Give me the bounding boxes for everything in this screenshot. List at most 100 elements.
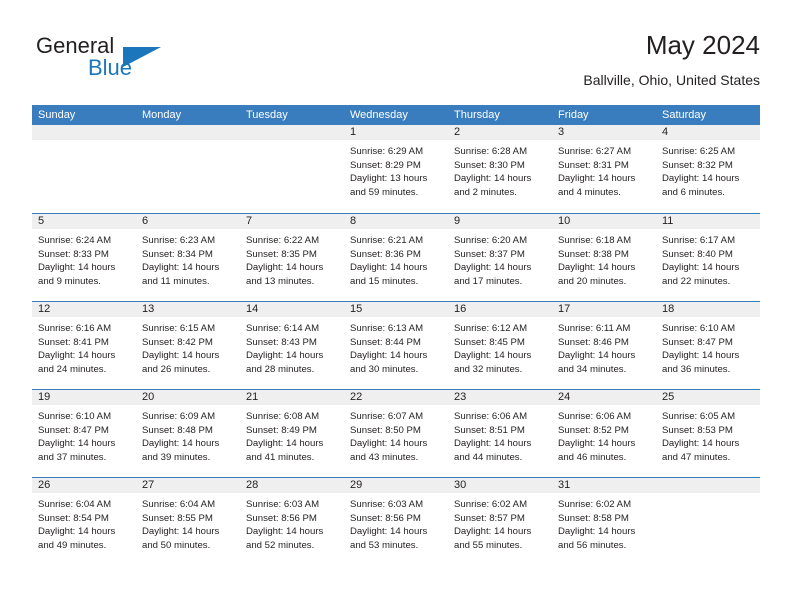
daylight-text-line2: and 15 minutes. — [350, 275, 419, 287]
calendar-day-cell[interactable]: 13 Sunrise: 6:15 AM Sunset: 8:42 PM Dayligh… — [136, 302, 240, 389]
daylight-text-line2: and 47 minutes. — [662, 451, 731, 463]
day-number: 21 — [246, 391, 259, 403]
calendar-week-row: 1 Sunrise: 6:29 AM Sunset: 8:29 PM Daylight… — [32, 125, 760, 213]
page-header: General Blue May 2024 Ballville, Ohio, U… — [32, 28, 760, 98]
day-number-band — [344, 214, 448, 229]
day-number: 12 — [38, 303, 51, 315]
calendar-week-row: 19 Sunrise: 6:10 AM Sunset: 8:47 PM Dayligh… — [32, 389, 760, 477]
brand-logo[interactable]: General Blue — [32, 34, 212, 90]
calendar-day-cell[interactable]: 20 Sunrise: 6:09 AM Sunset: 8:48 PM Dayligh… — [136, 390, 240, 477]
sunrise-text: Sunrise: 6:24 AM — [38, 235, 112, 246]
calendar-day-cell[interactable]: 29 Sunrise: 6:03 AM Sunset: 8:56 PM Dayligh… — [344, 478, 448, 565]
calendar-day-cell[interactable]: 30 Sunrise: 6:02 AM Sunset: 8:57 PM Dayligh… — [448, 478, 552, 565]
calendar-day-cell[interactable]: 4 Sunrise: 6:25 AM Sunset: 8:32 PM Daylight… — [656, 125, 760, 213]
daylight-text-line2: and 36 minutes. — [662, 363, 731, 375]
calendar-day-cell[interactable]: 19 Sunrise: 6:10 AM Sunset: 8:47 PM Dayligh… — [32, 390, 136, 477]
sunset-text: Sunset: 8:50 PM — [350, 424, 421, 436]
daylight-text-line1: Daylight: 14 hours — [662, 438, 740, 450]
daylight-text-line2: and 52 minutes. — [246, 539, 315, 551]
daylight-text-line1: Daylight: 14 hours — [350, 526, 428, 538]
sunrise-text: Sunrise: 6:12 AM — [454, 323, 528, 334]
calendar-day-cell[interactable]: 1 Sunrise: 6:29 AM Sunset: 8:29 PM Daylight… — [344, 125, 448, 213]
calendar-day-cell[interactable]: 9 Sunrise: 6:20 AM Sunset: 8:37 PM Daylight… — [448, 214, 552, 301]
daylight-text-line1: Daylight: 14 hours — [142, 262, 220, 274]
day-detail-body: Sunrise: 6:06 AM Sunset: 8:51 PM Daylight:… — [448, 405, 552, 464]
daylight-text-line1: Daylight: 14 hours — [246, 262, 324, 274]
day-number-band — [136, 214, 240, 229]
day-detail-body: Sunrise: 6:14 AM Sunset: 8:43 PM Daylight:… — [240, 317, 344, 376]
calendar-day-cell[interactable]: 25 Sunrise: 6:05 AM Sunset: 8:53 PM Dayligh… — [656, 390, 760, 477]
daylight-text-line1: Daylight: 14 hours — [454, 526, 532, 538]
day-detail-body: Sunrise: 6:29 AM Sunset: 8:29 PM Daylight:… — [344, 140, 448, 199]
daylight-text-line1: Daylight: 14 hours — [142, 438, 220, 450]
calendar-day-cell[interactable]: 2 Sunrise: 6:28 AM Sunset: 8:30 PM Daylight… — [448, 125, 552, 213]
calendar-day-cell[interactable]: 15 Sunrise: 6:13 AM Sunset: 8:44 PM Dayligh… — [344, 302, 448, 389]
daylight-text-line1: Daylight: 14 hours — [558, 173, 636, 185]
calendar-week-row: 12 Sunrise: 6:16 AM Sunset: 8:41 PM Dayligh… — [32, 301, 760, 389]
calendar-day-cell[interactable]: 5 Sunrise: 6:24 AM Sunset: 8:33 PM Daylight… — [32, 214, 136, 301]
day-number: 5 — [38, 215, 45, 227]
calendar-day-cell[interactable]: 24 Sunrise: 6:06 AM Sunset: 8:52 PM Dayligh… — [552, 390, 656, 477]
daylight-text-line1: Daylight: 14 hours — [246, 526, 324, 538]
sunrise-text: Sunrise: 6:03 AM — [350, 499, 424, 510]
day-number-band — [656, 478, 760, 493]
sunset-text: Sunset: 8:56 PM — [350, 512, 421, 524]
sunset-text: Sunset: 8:51 PM — [454, 424, 525, 436]
calendar-day-cell[interactable]: 23 Sunrise: 6:06 AM Sunset: 8:51 PM Dayligh… — [448, 390, 552, 477]
day-detail-body: Sunrise: 6:07 AM Sunset: 8:50 PM Daylight:… — [344, 405, 448, 464]
calendar-day-cell[interactable]: 27 Sunrise: 6:04 AM Sunset: 8:55 PM Dayligh… — [136, 478, 240, 565]
calendar-day-cell-empty — [32, 125, 136, 213]
weekday-header-saturday: Saturday — [662, 109, 707, 121]
daylight-text-line1: Daylight: 13 hours — [350, 173, 428, 185]
daylight-text-line2: and 53 minutes. — [350, 539, 419, 551]
sunrise-text: Sunrise: 6:20 AM — [454, 235, 528, 246]
day-detail-body: Sunrise: 6:18 AM Sunset: 8:38 PM Daylight:… — [552, 229, 656, 288]
calendar-day-cell[interactable]: 16 Sunrise: 6:12 AM Sunset: 8:45 PM Dayligh… — [448, 302, 552, 389]
day-number-band — [240, 125, 344, 140]
weekday-header-thursday: Thursday — [454, 109, 500, 121]
day-number-band — [136, 125, 240, 140]
day-detail-body: Sunrise: 6:22 AM Sunset: 8:35 PM Daylight:… — [240, 229, 344, 288]
daylight-text-line2: and 43 minutes. — [350, 451, 419, 463]
daylight-text-line1: Daylight: 14 hours — [558, 438, 636, 450]
daylight-text-line2: and 34 minutes. — [558, 363, 627, 375]
day-number: 27 — [142, 479, 155, 491]
calendar-day-cell[interactable]: 31 Sunrise: 6:02 AM Sunset: 8:58 PM Dayligh… — [552, 478, 656, 565]
calendar-day-cell[interactable]: 28 Sunrise: 6:03 AM Sunset: 8:56 PM Dayligh… — [240, 478, 344, 565]
calendar-day-cell[interactable]: 3 Sunrise: 6:27 AM Sunset: 8:31 PM Daylight… — [552, 125, 656, 213]
calendar-day-cell[interactable]: 6 Sunrise: 6:23 AM Sunset: 8:34 PM Daylight… — [136, 214, 240, 301]
daylight-text-line2: and 28 minutes. — [246, 363, 315, 375]
calendar-day-cell[interactable]: 8 Sunrise: 6:21 AM Sunset: 8:36 PM Daylight… — [344, 214, 448, 301]
day-number: 14 — [246, 303, 259, 315]
calendar-day-cell-empty — [240, 125, 344, 213]
calendar-day-cell[interactable]: 22 Sunrise: 6:07 AM Sunset: 8:50 PM Dayligh… — [344, 390, 448, 477]
calendar-day-cell[interactable]: 11 Sunrise: 6:17 AM Sunset: 8:40 PM Dayligh… — [656, 214, 760, 301]
calendar-day-cell[interactable]: 12 Sunrise: 6:16 AM Sunset: 8:41 PM Dayligh… — [32, 302, 136, 389]
sunset-text: Sunset: 8:57 PM — [454, 512, 525, 524]
day-number-band — [448, 214, 552, 229]
sunrise-text: Sunrise: 6:08 AM — [246, 411, 320, 422]
calendar-day-cell[interactable]: 7 Sunrise: 6:22 AM Sunset: 8:35 PM Daylight… — [240, 214, 344, 301]
calendar-day-cell[interactable]: 14 Sunrise: 6:14 AM Sunset: 8:43 PM Dayligh… — [240, 302, 344, 389]
day-number: 20 — [142, 391, 155, 403]
day-detail-body: Sunrise: 6:11 AM Sunset: 8:46 PM Daylight:… — [552, 317, 656, 376]
day-detail-body: Sunrise: 6:16 AM Sunset: 8:41 PM Daylight:… — [32, 317, 136, 376]
calendar-day-cell[interactable]: 18 Sunrise: 6:10 AM Sunset: 8:47 PM Dayligh… — [656, 302, 760, 389]
day-detail-body: Sunrise: 6:17 AM Sunset: 8:40 PM Daylight:… — [656, 229, 760, 288]
day-detail-body: Sunrise: 6:28 AM Sunset: 8:30 PM Daylight:… — [448, 140, 552, 199]
weekday-header-row: Sunday Monday Tuesday Wednesday Thursday Frid… — [32, 105, 760, 125]
daylight-text-line1: Daylight: 14 hours — [142, 350, 220, 362]
calendar-day-cell[interactable]: 26 Sunrise: 6:04 AM Sunset: 8:54 PM Dayligh… — [32, 478, 136, 565]
daylight-text-line1: Daylight: 14 hours — [38, 526, 116, 538]
sunrise-text: Sunrise: 6:06 AM — [558, 411, 632, 422]
sunset-text: Sunset: 8:34 PM — [142, 248, 213, 260]
day-detail-body — [240, 140, 344, 145]
daylight-text-line1: Daylight: 14 hours — [142, 526, 220, 538]
daylight-text-line1: Daylight: 14 hours — [246, 438, 324, 450]
daylight-text-line2: and 46 minutes. — [558, 451, 627, 463]
calendar-day-cell[interactable]: 17 Sunrise: 6:11 AM Sunset: 8:46 PM Dayligh… — [552, 302, 656, 389]
day-detail-body: Sunrise: 6:27 AM Sunset: 8:31 PM Daylight:… — [552, 140, 656, 199]
calendar-day-cell[interactable]: 10 Sunrise: 6:18 AM Sunset: 8:38 PM Dayligh… — [552, 214, 656, 301]
daylight-text-line2: and 41 minutes. — [246, 451, 315, 463]
calendar-day-cell[interactable]: 21 Sunrise: 6:08 AM Sunset: 8:49 PM Dayligh… — [240, 390, 344, 477]
